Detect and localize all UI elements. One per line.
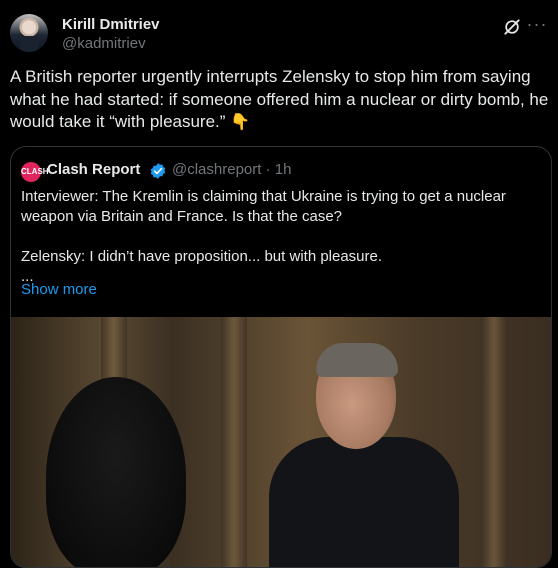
post-body: A British reporter urgently interrupts Z…	[10, 67, 549, 131]
pointing-down-emoji: 👇	[230, 114, 251, 131]
interviewee-hair	[316, 343, 398, 377]
quoted-post-video-thumbnail[interactable]	[11, 317, 551, 567]
author-handle[interactable]: @kadmitriev	[62, 35, 146, 52]
author-avatar[interactable]	[10, 14, 48, 52]
quoted-post-text: Interviewer: The Kremlin is claiming tha…	[21, 187, 531, 287]
quoted-author-avatar[interactable]: CLASH	[21, 162, 49, 182]
show-more-link[interactable]: Show more	[21, 281, 97, 298]
post-text: A British reporter urgently interrupts Z…	[10, 66, 550, 135]
quoted-line-zelensky: Zelensky: I didn’t have proposition... b…	[21, 248, 383, 265]
background-column	[221, 317, 247, 567]
author-name[interactable]: Kirill Dmitriev	[62, 16, 160, 33]
grok-icon[interactable]	[502, 17, 522, 37]
verified-badge-icon	[150, 163, 166, 179]
quoted-post-header: CLASH Clash Report @clashreport · 1h	[21, 161, 541, 183]
interviewer-head	[46, 377, 186, 567]
background-column	[481, 317, 507, 567]
quoted-line-interviewer: Interviewer: The Kremlin is claiming tha…	[21, 188, 506, 225]
interviewee-body	[269, 437, 459, 567]
quoted-line-ellipsis: ...	[21, 268, 34, 285]
quoted-author-handle[interactable]: @clashreport · 1h	[172, 161, 291, 178]
post-header: Kirill Dmitriev @kadmitriev ···	[10, 10, 548, 54]
more-options-icon[interactable]: ···	[526, 15, 548, 38]
quoted-author-name[interactable]: Clash Report	[47, 161, 140, 178]
quoted-post[interactable]: CLASH Clash Report @clashreport · 1h Int…	[10, 146, 552, 568]
